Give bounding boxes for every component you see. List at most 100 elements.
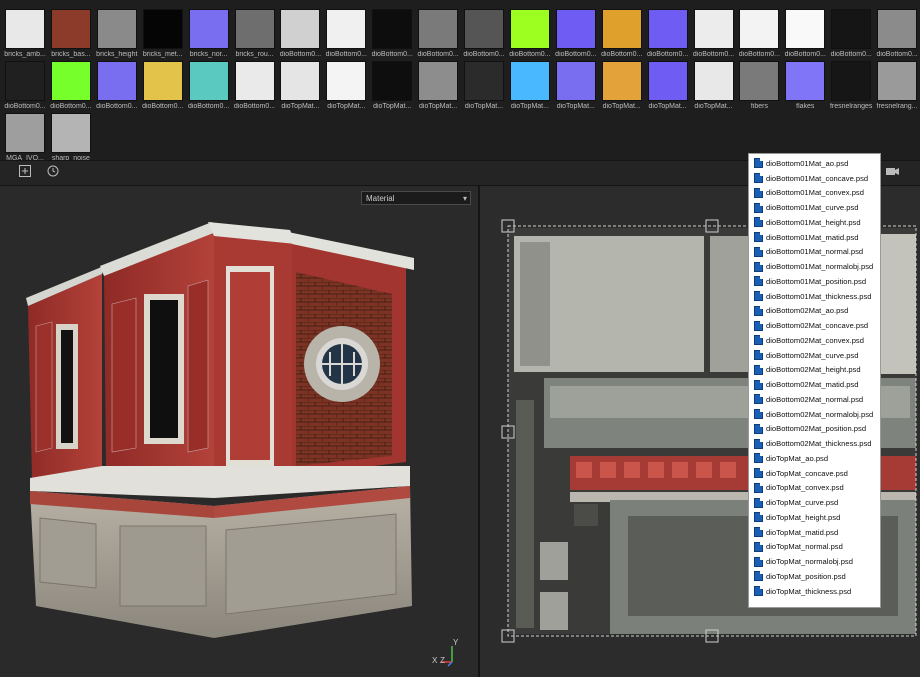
texture-thumbnail xyxy=(188,61,229,101)
file-list-item-label: dioBottom01Mat_position.psd xyxy=(766,276,867,286)
file-list-item[interactable]: dioBottom01Mat_normal.psd xyxy=(749,245,880,260)
axis-label-x: X xyxy=(432,656,438,665)
shelf-thumbnail[interactable]: dioBottom0... xyxy=(277,9,323,65)
shelf-thumbnail[interactable]: dioTopMat... xyxy=(691,61,737,117)
3d-viewport[interactable]: Material ▾ X Z Y xyxy=(0,186,478,677)
shelf-thumbnail[interactable]: dioBottom0... xyxy=(140,61,186,117)
bricks-height-texture xyxy=(96,9,137,49)
shelf-thumbnail[interactable]: dioBottom0... xyxy=(186,61,232,117)
texture-thumbnail xyxy=(831,9,872,49)
shelf-thumbnail[interactable]: dioBottom0... xyxy=(599,9,645,65)
file-list-item[interactable]: dioBottom02Mat_height.psd xyxy=(749,363,880,378)
texture-thumbnail xyxy=(50,61,91,101)
shelf-thumbnail[interactable]: bricks_nor... xyxy=(186,9,232,65)
file-list-item[interactable]: dioTopMat_position.psd xyxy=(749,569,880,584)
shelf-thumbnail[interactable]: dioBottom0... xyxy=(782,9,828,65)
shelf-thumbnail[interactable]: dioTopMat... xyxy=(277,61,323,117)
file-list-item[interactable]: dioBottom01Mat_thickness.psd xyxy=(749,289,880,304)
file-list-item[interactable]: dioBottom01Mat_normalobj.psd xyxy=(749,259,880,274)
shelf-thumbnail[interactable]: dioTopMat... xyxy=(323,61,369,117)
file-list-item[interactable]: dioBottom01Mat_curve.psd xyxy=(749,200,880,215)
shelf-thumbnail[interactable]: dioBottom0... xyxy=(461,9,507,65)
shelf-thumbnail[interactable]: dioBottom0... xyxy=(94,61,140,117)
texture-thumbnail xyxy=(234,61,275,101)
file-list-item[interactable]: dioBottom01Mat_height.psd xyxy=(749,215,880,230)
file-list-item[interactable]: dioTopMat_convex.psd xyxy=(749,481,880,496)
shelf-thumbnail[interactable]: bricks_height xyxy=(94,9,140,65)
file-list-item[interactable]: dioBottom02Mat_curve.psd xyxy=(749,348,880,363)
file-list-item[interactable]: dioTopMat_normal.psd xyxy=(749,540,880,555)
material-mode-select[interactable]: Material ▾ xyxy=(361,191,471,205)
file-list-item[interactable]: dioBottom02Mat_thickness.psd xyxy=(749,436,880,451)
texture-thumbnail xyxy=(647,61,688,101)
shelf-thumbnail[interactable]: dioTopMat... xyxy=(415,61,461,117)
shelf-thumbnail[interactable]: bricks_rou... xyxy=(232,9,278,65)
file-list-item[interactable]: dioBottom02Mat_normal.psd xyxy=(749,392,880,407)
file-list-item[interactable]: dioBottom01Mat_matid.psd xyxy=(749,230,880,245)
shelf-thumbnail-label: dioBottom0... xyxy=(601,51,643,58)
shelf-thumbnail[interactable]: bricks_met... xyxy=(140,9,186,65)
history-icon[interactable] xyxy=(44,164,62,182)
file-list-item[interactable]: dioBottom02Mat_concave.psd xyxy=(749,318,880,333)
texture-file-list[interactable]: dioBottom01Mat_ao.psd dioBottom01Mat_conc… xyxy=(748,153,881,608)
file-list-item-label: dioBottom01Mat_curve.psd xyxy=(766,203,859,213)
shelf-thumbnail[interactable]: dioBottom0... xyxy=(415,9,461,65)
file-list-item[interactable]: dioBottom02Mat_normalobj.psd xyxy=(749,407,880,422)
shelf-thumbnail[interactable]: dioTopMat... xyxy=(599,61,645,117)
shelf-thumbnail[interactable]: bricks_amb... xyxy=(2,9,48,65)
file-list-item[interactable]: dioBottom01Mat_position.psd xyxy=(749,274,880,289)
file-list-item[interactable]: dioTopMat_matid.psd xyxy=(749,525,880,540)
file-list-item[interactable]: dioBottom01Mat_concave.psd xyxy=(749,171,880,186)
shelf-thumbnail[interactable]: dioBottom0... xyxy=(736,9,782,65)
camera-icon[interactable] xyxy=(884,164,902,182)
file-list-item[interactable]: dioBottom02Mat_ao.psd xyxy=(749,304,880,319)
texture-thumbnail xyxy=(326,9,367,49)
shelf-thumbnail[interactable]: dioBottom0... xyxy=(323,9,369,65)
shelf-thumbnail[interactable]: dioBottom0... xyxy=(828,9,874,65)
shelf-thumbnail-label: dioBottom0... xyxy=(463,51,505,58)
shelf-thumbnail[interactable]: dioTopMat... xyxy=(461,61,507,117)
shelf-thumbnail[interactable]: dioBottom0... xyxy=(645,9,691,65)
shelf-thumbnail[interactable]: dioBottom0... xyxy=(2,61,48,117)
shelf-thumbnail[interactable]: dioTopMat... xyxy=(369,61,415,117)
file-list-item[interactable]: dioBottom01Mat_convex.psd xyxy=(749,186,880,201)
noise-texture xyxy=(5,113,45,153)
shelf-thumbnail[interactable]: dioTopMat... xyxy=(507,61,553,117)
shelf-thumbnail[interactable]: dioBottom0... xyxy=(874,9,920,65)
shelf-thumbnail[interactable]: dioTopMat... xyxy=(645,61,691,117)
shelf-thumbnail[interactable]: dioBottom0... xyxy=(553,9,599,65)
psd-file-icon xyxy=(754,320,763,331)
file-list-item[interactable]: dioTopMat_ao.psd xyxy=(749,451,880,466)
texture-thumbnail xyxy=(5,61,45,101)
shelf-thumbnail[interactable]: dioBottom0... xyxy=(232,61,278,117)
shelf-thumbnail[interactable]: bricks_bas... xyxy=(48,9,94,65)
file-list-item[interactable]: dioTopMat_concave.psd xyxy=(749,466,880,481)
shelf-thumbnail[interactable]: dioBottom0... xyxy=(369,9,415,65)
shelf-thumbnail[interactable]: dioBottom0... xyxy=(507,9,553,65)
shelf-thumbnail[interactable]: dioBottom0... xyxy=(48,61,94,117)
shelf-thumbnail-label: fibers xyxy=(750,103,768,110)
file-list-item[interactable]: dioTopMat_curve.psd xyxy=(749,495,880,510)
file-list-item[interactable]: dioBottom01Mat_ao.psd xyxy=(749,156,880,171)
shelf-thumbnail[interactable]: dioTopMat... xyxy=(553,61,599,117)
file-list-item-label: dioTopMat_curve.psd xyxy=(766,498,839,508)
file-list-item[interactable]: dioBottom02Mat_position.psd xyxy=(749,422,880,437)
file-list-item-label: dioBottom02Mat_position.psd xyxy=(766,424,867,434)
file-list-item-label: dioTopMat_matid.psd xyxy=(766,527,839,537)
psd-file-icon xyxy=(754,158,763,169)
plus-square-icon[interactable] xyxy=(16,164,34,182)
file-list-item[interactable]: dioTopMat_thickness.psd xyxy=(749,584,880,599)
file-list-item-label: dioBottom01Mat_normal.psd xyxy=(766,247,864,257)
shelf-thumbnail[interactable]: dioBottom0... xyxy=(691,9,737,65)
shelf-thumbnail[interactable]: fibers xyxy=(736,61,782,117)
shelf-thumbnail[interactable]: flakes xyxy=(782,61,828,117)
file-list-item[interactable]: dioTopMat_height.psd xyxy=(749,510,880,525)
file-list-item-label: dioBottom02Mat_matid.psd xyxy=(766,380,859,390)
psd-file-icon xyxy=(754,512,763,523)
file-list-item[interactable]: dioBottom02Mat_matid.psd xyxy=(749,377,880,392)
file-list-item[interactable]: dioBottom02Mat_convex.psd xyxy=(749,333,880,348)
shelf-thumbnail[interactable]: fresnelrang... xyxy=(874,61,920,117)
shelf-thumbnail[interactable]: fresnelranges xyxy=(828,61,874,117)
file-list-item[interactable]: dioTopMat_normalobj.psd xyxy=(749,554,880,569)
shelf-thumbnail-label: dioTopMat... xyxy=(556,103,595,110)
